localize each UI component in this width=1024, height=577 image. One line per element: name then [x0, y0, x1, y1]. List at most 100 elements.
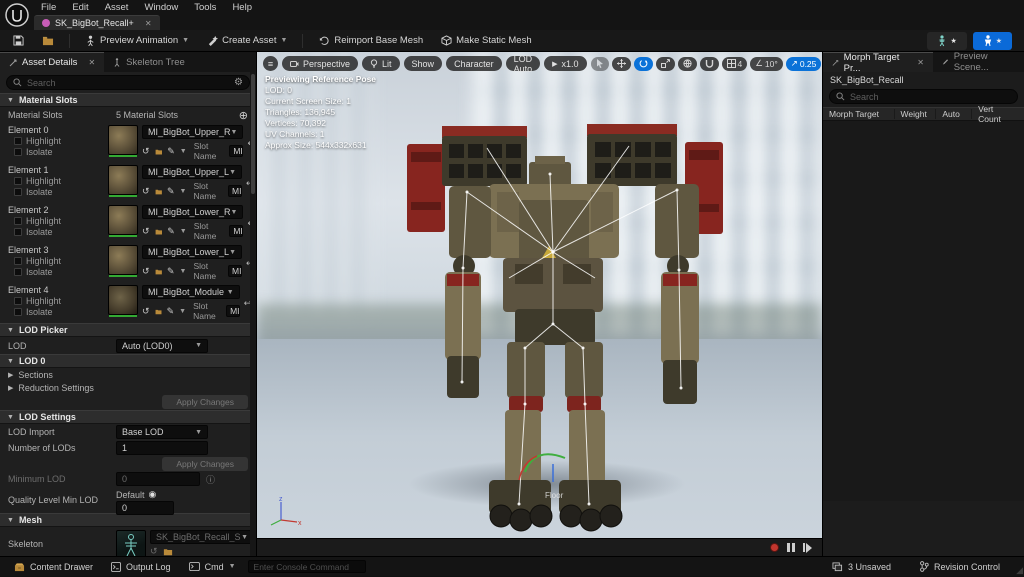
- character-menu-button[interactable]: Character: [446, 56, 502, 71]
- edit-material-icon[interactable]: ✎: [167, 266, 175, 277]
- revision-control-button[interactable]: Revision Control: [913, 557, 1006, 577]
- morph-target-search[interactable]: [829, 89, 1018, 104]
- material-thumbnail[interactable]: [108, 205, 138, 235]
- browse-to-asset-button[interactable]: [35, 33, 61, 48]
- highlight-checkbox[interactable]: [14, 217, 22, 225]
- apply-changes-button[interactable]: Apply Changes: [162, 457, 248, 471]
- world-local-toggle-button[interactable]: [678, 57, 697, 71]
- lit-mode-button[interactable]: Lit: [362, 56, 400, 71]
- highlight-checkbox[interactable]: [14, 137, 22, 145]
- material-combo[interactable]: MI_BigBot_Module▼: [142, 285, 240, 299]
- edit-material-icon[interactable]: ✎: [167, 306, 175, 317]
- scale-snap-button[interactable]: ↗ 0.25: [786, 57, 822, 71]
- column-weight[interactable]: Weight: [895, 109, 937, 119]
- left-panel-scrollbar[interactable]: [250, 72, 256, 556]
- menu-help[interactable]: Help: [225, 2, 259, 13]
- material-combo[interactable]: MI_BigBot_Upper_R▼: [142, 125, 243, 139]
- reimport-base-mesh-button[interactable]: Reimport Base Mesh: [311, 33, 430, 48]
- browse-icon[interactable]: [155, 267, 162, 276]
- material-combo[interactable]: MI_BigBot_Lower_L▼: [142, 245, 242, 259]
- browse-icon[interactable]: [155, 147, 163, 156]
- chevron-down-icon[interactable]: ▼: [180, 188, 187, 195]
- section-lod-settings[interactable]: ▼LOD Settings: [0, 410, 256, 424]
- menu-file[interactable]: File: [34, 2, 63, 13]
- rotation-snap-button[interactable]: ∠ 10°: [750, 57, 782, 71]
- column-vert-count[interactable]: Vert Count: [972, 104, 1024, 124]
- use-selected-icon[interactable]: ↺: [142, 266, 150, 277]
- menu-window[interactable]: Window: [137, 2, 185, 13]
- column-auto[interactable]: Auto: [936, 109, 972, 119]
- save-button[interactable]: [6, 33, 31, 48]
- grid-snap-button[interactable]: 4: [722, 57, 748, 71]
- isolate-checkbox[interactable]: [14, 148, 22, 156]
- console-command-input[interactable]: [248, 560, 366, 573]
- use-selected-icon[interactable]: ↺: [150, 546, 158, 556]
- slot-name-input[interactable]: MI: [229, 225, 243, 237]
- record-button[interactable]: [770, 543, 779, 552]
- viewport-options-button[interactable]: ≡: [263, 56, 278, 71]
- material-thumbnail[interactable]: [108, 165, 138, 195]
- tab-preview-scene[interactable]: Preview Scene...: [933, 52, 1024, 72]
- rotate-tool-button[interactable]: [634, 57, 653, 71]
- pause-button[interactable]: [787, 543, 795, 552]
- skeleton-mode-button[interactable]: ★: [927, 32, 966, 50]
- slot-name-input[interactable]: MI: [226, 305, 240, 317]
- asset-tab[interactable]: SK_BigBot_Recall+ ✕: [34, 15, 160, 30]
- resize-grip[interactable]: ◢: [1016, 565, 1023, 576]
- lod-auto-button[interactable]: LOD Auto: [506, 56, 541, 71]
- surface-snapping-button[interactable]: [700, 57, 719, 71]
- playback-speed-button[interactable]: ▶ x1.0: [544, 56, 586, 71]
- edit-material-icon[interactable]: ✎: [167, 226, 175, 237]
- chevron-down-icon[interactable]: ▼: [180, 228, 187, 235]
- close-icon[interactable]: ✕: [88, 58, 95, 67]
- chevron-down-icon[interactable]: ▼: [180, 268, 187, 275]
- perspective-button[interactable]: Perspective: [282, 56, 358, 71]
- add-material-slot-icon[interactable]: ⊕: [239, 109, 248, 122]
- make-static-mesh-button[interactable]: Make Static Mesh: [434, 33, 539, 48]
- quality-settings-icon[interactable]: ◉: [149, 489, 157, 500]
- isolate-checkbox[interactable]: [14, 308, 22, 316]
- use-selected-icon[interactable]: ↺: [142, 146, 150, 157]
- quality-min-lod-input[interactable]: 0: [116, 501, 174, 515]
- use-selected-icon[interactable]: ↺: [142, 186, 150, 197]
- browse-icon[interactable]: [155, 227, 163, 236]
- material-thumbnail[interactable]: [108, 125, 138, 155]
- asset-details-search[interactable]: ⚙: [6, 75, 250, 90]
- section-material-slots[interactable]: ▼ Material Slots: [0, 93, 256, 107]
- cmd-selector-button[interactable]: Cmd ▼: [183, 557, 242, 577]
- material-thumbnail[interactable]: [108, 285, 138, 315]
- slot-name-input[interactable]: MI: [228, 265, 242, 277]
- use-selected-icon[interactable]: ↺: [142, 226, 150, 237]
- content-drawer-button[interactable]: Content Drawer: [8, 557, 99, 577]
- section-mesh[interactable]: ▼Mesh: [0, 513, 256, 527]
- close-icon[interactable]: ✕: [917, 58, 924, 67]
- edit-material-icon[interactable]: ✎: [167, 146, 175, 157]
- num-lods-input[interactable]: 1: [116, 441, 208, 455]
- output-log-button[interactable]: Output Log: [105, 557, 177, 577]
- show-menu-button[interactable]: Show: [404, 56, 443, 71]
- apply-changes-button[interactable]: Apply Changes: [162, 395, 248, 409]
- material-combo[interactable]: MI_BigBot_Lower_R▼: [142, 205, 243, 219]
- unsaved-assets-button[interactable]: 3 Unsaved: [826, 557, 897, 577]
- select-tool-button[interactable]: [591, 57, 609, 71]
- menu-tools[interactable]: Tools: [187, 2, 223, 13]
- 3d-viewport[interactable]: Floor ≡ Perspective Lit Show Character L…: [257, 52, 822, 556]
- lod-import-dropdown[interactable]: Base LOD▼: [116, 425, 208, 439]
- highlight-checkbox[interactable]: [14, 297, 22, 305]
- tab-morph-target-preview[interactable]: Morph Target Pr... ✕: [823, 52, 933, 72]
- search-input[interactable]: [27, 78, 229, 88]
- material-combo[interactable]: MI_BigBot_Upper_L▼: [142, 165, 242, 179]
- browse-icon[interactable]: [155, 307, 162, 316]
- tab-skeleton-tree[interactable]: Skeleton Tree: [104, 52, 194, 72]
- browse-icon[interactable]: [155, 187, 162, 196]
- preview-animation-button[interactable]: Preview Animation ▼: [78, 33, 196, 48]
- unreal-logo[interactable]: [4, 2, 30, 28]
- slot-name-input[interactable]: MI: [229, 145, 243, 157]
- move-tool-button[interactable]: [612, 57, 631, 71]
- section-lod-picker[interactable]: ▼LOD Picker: [0, 323, 256, 337]
- skeleton-thumbnail[interactable]: [116, 530, 146, 556]
- tab-close-icon[interactable]: ✕: [145, 19, 152, 28]
- material-thumbnail[interactable]: [108, 245, 138, 275]
- edit-material-icon[interactable]: ✎: [167, 186, 175, 197]
- menu-asset[interactable]: Asset: [98, 2, 136, 13]
